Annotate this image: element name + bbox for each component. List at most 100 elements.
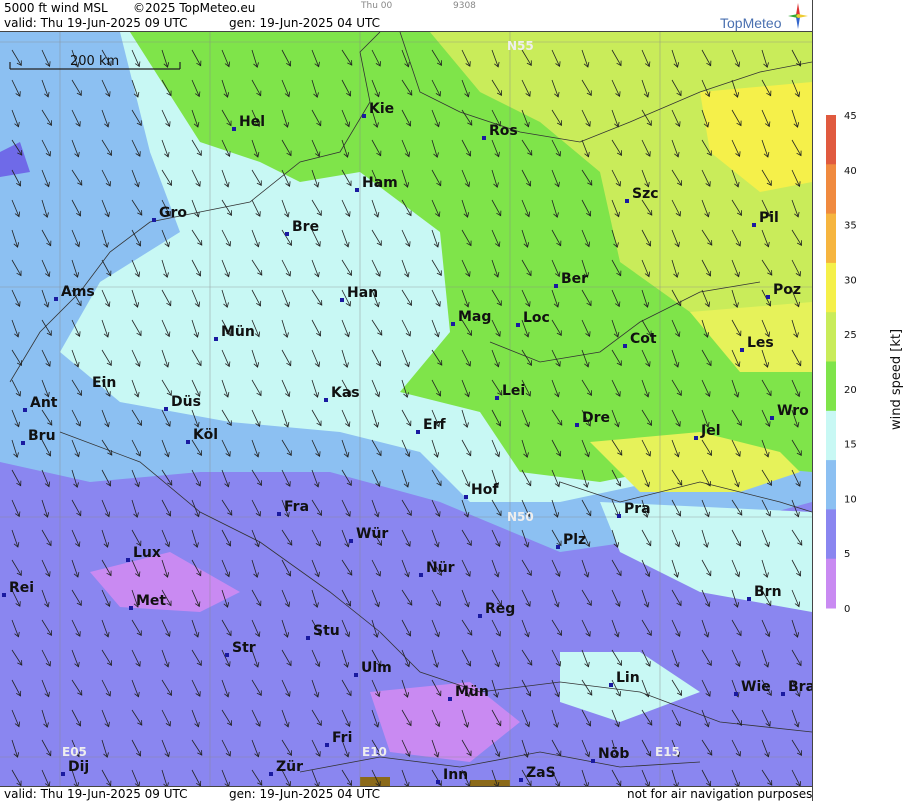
city-label-reg: Reg [485, 601, 515, 617]
city-marker [770, 416, 774, 420]
legend-swatch [826, 164, 836, 215]
city-marker [419, 573, 423, 577]
city-marker [21, 441, 25, 445]
city-marker [478, 614, 482, 618]
city-label-mag: Mag [458, 309, 491, 325]
city-marker [519, 778, 523, 782]
grid-label-e10: E10 [362, 745, 387, 759]
compass-icon [788, 3, 808, 29]
city-label-lei: Lei [502, 383, 525, 399]
city-label-hel: Hel [239, 114, 265, 130]
city-marker [126, 558, 130, 562]
city-label-les: Les [747, 335, 774, 351]
copyright: ©2025 TopMeteo.eu [133, 1, 256, 15]
city-marker [694, 436, 698, 440]
city-marker [752, 223, 756, 227]
terrain-patch [360, 777, 390, 786]
legend-swatch [826, 361, 836, 412]
grid-label-n50: N50 [507, 510, 534, 524]
wind-map-svg: 200 km N55 N50 E05 E10 E15 Hel Kie Ros Ham S… [0, 32, 812, 786]
city-marker [516, 323, 520, 327]
city-marker [625, 199, 629, 203]
city-marker [186, 440, 190, 444]
scale-bar-label: 200 km [70, 54, 119, 69]
legend-tick-label: 25 [844, 330, 857, 341]
city-label-fra: Fra [284, 499, 309, 515]
city-marker [362, 114, 366, 118]
city-marker [623, 344, 627, 348]
city-marker [591, 759, 595, 763]
city-label-ams: Ams [61, 284, 95, 300]
city-label-ber: Ber [561, 271, 588, 287]
city-label-lin: Lin [616, 670, 640, 686]
legend-bar [826, 115, 836, 609]
city-label-mün2: Mün [455, 684, 489, 700]
city-label-cot: Cot [630, 331, 657, 347]
legend-tick-label: 40 [844, 166, 857, 177]
legend-tick-label: 30 [844, 275, 857, 286]
legend-tick-label: 35 [844, 221, 857, 232]
legend-swatch [826, 262, 836, 313]
wind-map[interactable]: 200 km N55 N50 E05 E10 E15 Hel Kie Ros Ham S… [0, 32, 812, 786]
topmeteo-logo: TopMeteo [718, 3, 810, 31]
city-label-bru: Bru [28, 428, 56, 444]
legend-swatch [826, 213, 836, 264]
city-marker [747, 597, 751, 601]
city-label-dij: Dij [68, 759, 89, 775]
city-marker [349, 539, 353, 543]
city-label-gro: Gro [159, 205, 187, 221]
header-row-2: valid: Thu 19-Jun-2025 09 UTC gen: 19-Ju… [0, 16, 812, 31]
city-marker [61, 772, 65, 776]
city-marker [232, 127, 236, 131]
city-marker [354, 673, 358, 677]
map-bottom-border [0, 786, 812, 787]
city-marker [2, 593, 6, 597]
city-marker [23, 408, 27, 412]
city-marker [609, 683, 613, 687]
header-row-1: 5000 ft wind MSL ©2025 TopMeteo.eu Thu 0… [0, 1, 812, 16]
city-marker [214, 337, 218, 341]
city-label-plz: Plz [563, 532, 586, 548]
city-label-str: Str [232, 640, 256, 656]
legend-swatch [826, 460, 836, 510]
grid-label-e05: E05 [62, 745, 87, 759]
city-label-jel: Jel [700, 423, 721, 439]
city-label-rei: Rei [9, 580, 34, 596]
city-marker [225, 653, 229, 657]
city-label-met: Met [136, 593, 166, 609]
city-marker [324, 398, 328, 402]
legend-tick-label: 0 [844, 604, 850, 615]
city-marker [269, 772, 273, 776]
city-marker [575, 423, 579, 427]
city-label-pra: Pra [624, 501, 651, 517]
wind-speed-legend: 45 40 35 30 25 20 15 10 5 0 wind speed [kt] [826, 111, 904, 615]
legend-title: wind speed [kt] [889, 329, 904, 430]
city-marker [464, 495, 468, 499]
city-marker [340, 298, 344, 302]
city-label-mün: Mün [221, 324, 255, 340]
city-label-wie: Wie [741, 679, 771, 695]
city-marker [436, 780, 440, 784]
city-label-bre: Bre [292, 219, 319, 235]
city-label-würz: Wür [356, 526, 388, 542]
city-marker [482, 136, 486, 140]
city-marker [495, 396, 499, 400]
legend-swatch [826, 115, 836, 165]
city-label-erf: Erf [423, 417, 446, 433]
city-label-han: Han [347, 285, 378, 301]
city-label-ros: Ros [489, 123, 518, 139]
city-label-nöb: Nöb [598, 746, 629, 762]
city-marker [164, 407, 168, 411]
legend-tick-label: 15 [844, 440, 857, 451]
city-label-fri: Fri [332, 730, 352, 746]
city-marker [152, 218, 156, 222]
legend-swatch [826, 558, 836, 609]
header-small-b: 9308 [453, 1, 476, 11]
city-label-wro: Wro [777, 403, 809, 419]
grid-label-e15: E15 [655, 745, 680, 759]
city-label-kas: Kas [331, 385, 360, 401]
city-label-stu: Stu [313, 623, 340, 639]
legend-tick-label: 5 [844, 549, 850, 560]
city-label-ulm: Ulm [361, 660, 392, 676]
city-label-poz: Poz [773, 282, 801, 298]
